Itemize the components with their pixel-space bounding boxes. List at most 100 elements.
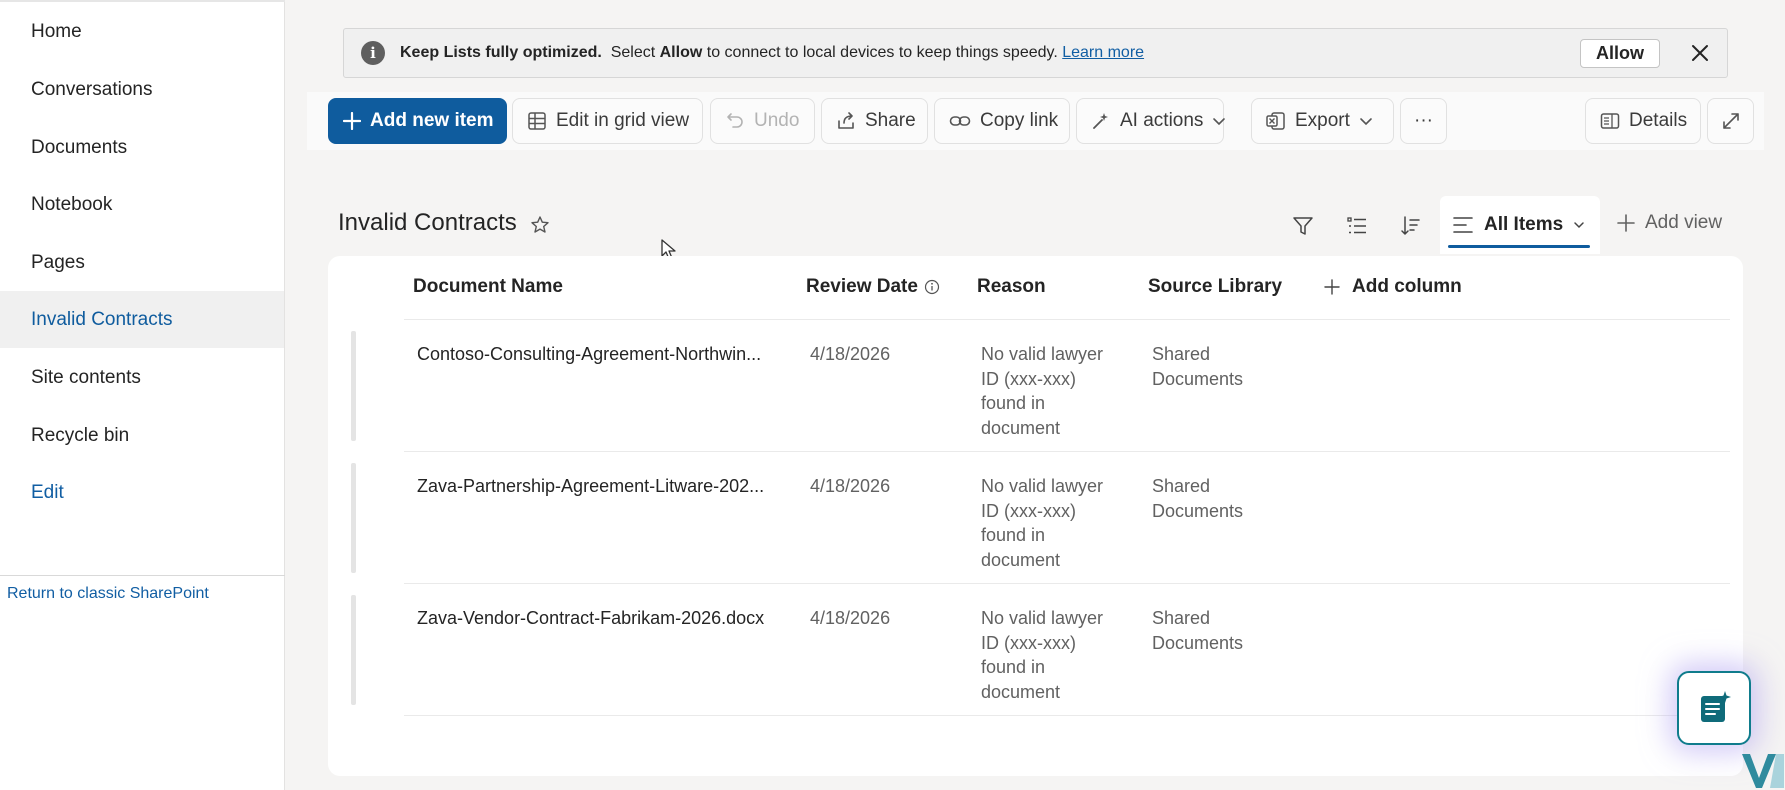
chevron-down-icon xyxy=(1574,222,1584,229)
row-selection-bar[interactable] xyxy=(351,331,356,441)
sidebar-item-label: Recycle bin xyxy=(31,424,130,446)
sidebar-item-notebook[interactable]: Notebook xyxy=(0,176,284,233)
column-header-label: Source Library xyxy=(1148,276,1283,297)
edit-grid-view-button[interactable]: Edit in grid view xyxy=(512,98,703,144)
optimization-banner: i Keep Lists fully optimized. Select All… xyxy=(343,28,1728,78)
row-selection-bar[interactable] xyxy=(351,595,356,705)
add-new-item-button[interactable]: Add new item xyxy=(328,98,507,144)
document-name-cell[interactable]: Zava-Vendor-Contract-Fabrikam-2026.docx xyxy=(417,606,764,631)
undo-label: Undo xyxy=(754,110,800,131)
source-library-cell: Shared Documents xyxy=(1152,606,1243,655)
copy-link-button[interactable]: Copy link xyxy=(934,98,1070,144)
learn-more-link[interactable]: Learn more xyxy=(1062,44,1144,61)
info-icon[interactable] xyxy=(924,279,940,295)
more-options-button[interactable]: ··· xyxy=(1400,98,1447,144)
view-lines-icon xyxy=(1453,217,1473,233)
reason-cell: No valid lawyer ID (xxx-xxx) found in do… xyxy=(981,342,1103,440)
reason-line: ID (xxx-xxx) xyxy=(981,368,1076,389)
sidebar-item-label: Invalid Contracts xyxy=(31,308,173,330)
add-column-button[interactable]: Add column xyxy=(1324,276,1462,298)
sidebar-item-pages[interactable]: Pages xyxy=(0,234,284,291)
star-favorite-icon[interactable] xyxy=(530,215,550,240)
reason-line: document xyxy=(981,417,1061,438)
reason-line: ID (xxx-xxx) xyxy=(981,500,1076,521)
share-label: Share xyxy=(865,110,916,131)
sidebar-item-invalid-contracts[interactable]: Invalid Contracts xyxy=(0,291,284,348)
expand-icon xyxy=(1722,113,1739,129)
sidebar-item-label: Documents xyxy=(31,136,128,158)
column-header-reason[interactable]: Reason xyxy=(977,276,1046,298)
list-view: Document Name Review Date Reason Source … xyxy=(328,256,1743,776)
copy-link-label: Copy link xyxy=(980,110,1059,131)
table-row[interactable]: Zava-Vendor-Contract-Fabrikam-2026.docx … xyxy=(328,584,1743,716)
table-row[interactable]: Zava-Partnership-Agreement-Litware-202..… xyxy=(328,452,1743,584)
document-name-cell[interactable]: Contoso-Consulting-Agreement-Northwin... xyxy=(417,342,761,367)
sidebar-item-documents[interactable]: Documents xyxy=(0,119,284,176)
details-button[interactable]: Details xyxy=(1585,98,1701,144)
reason-cell: No valid lawyer ID (xxx-xxx) found in do… xyxy=(981,474,1103,572)
group-by-icon[interactable] xyxy=(1342,211,1372,241)
add-view-label: Add view xyxy=(1645,212,1723,233)
plus-icon xyxy=(1324,279,1340,295)
review-date-cell: 4/18/2026 xyxy=(810,608,891,628)
allow-button[interactable]: Allow xyxy=(1580,39,1660,68)
banner-message: Keep Lists fully optimized. Select Allow… xyxy=(400,44,1144,62)
reason-line: document xyxy=(981,681,1061,702)
chevron-down-icon xyxy=(1360,118,1372,126)
info-icon: i xyxy=(361,41,385,65)
left-navigation: Home Conversations Documents Notebook Pa… xyxy=(0,0,285,790)
column-header-source-library[interactable]: Source Library xyxy=(1148,276,1282,298)
review-date-cell: 4/18/2026 xyxy=(810,344,891,364)
column-header-label: Review Date xyxy=(806,276,918,297)
sidebar-item-site-contents[interactable]: Site contents xyxy=(0,349,284,406)
page-title: Invalid Contracts xyxy=(338,209,517,236)
sidebar-divider xyxy=(0,575,285,576)
banner-text-after: to connect to local devices to keep thin… xyxy=(706,44,1058,61)
view-selector-all-items[interactable]: All Items xyxy=(1440,196,1600,254)
details-pane-icon xyxy=(1600,113,1620,129)
share-button[interactable]: Share xyxy=(821,98,928,144)
active-view-underline xyxy=(1448,245,1590,248)
row-selection-bar[interactable] xyxy=(351,463,356,573)
column-header-review-date[interactable]: Review Date xyxy=(806,276,940,298)
brand-v-logo-icon xyxy=(1742,754,1784,788)
column-header-document-name[interactable]: Document Name xyxy=(413,276,563,298)
sidebar-item-label: Notebook xyxy=(31,193,113,215)
reason-line: found in xyxy=(981,525,1046,545)
undo-button[interactable]: Undo xyxy=(710,98,815,144)
ai-actions-button[interactable]: AI actions xyxy=(1076,98,1226,144)
top-divider xyxy=(0,0,285,2)
sidebar-item-home[interactable]: Home xyxy=(0,3,284,60)
close-icon[interactable] xyxy=(1684,37,1716,69)
sparkle-wand-icon xyxy=(1093,113,1108,129)
reason-line: found in xyxy=(981,657,1046,677)
sidebar-item-label: Pages xyxy=(31,251,85,273)
share-icon xyxy=(838,112,854,129)
more-icon: ··· xyxy=(1414,110,1433,131)
reason-line: document xyxy=(981,549,1061,570)
sidebar-item-edit[interactable]: Edit xyxy=(0,464,284,521)
add-new-item-label: Add new item xyxy=(370,110,494,131)
source-library-cell: Shared Documents xyxy=(1152,342,1243,391)
chevron-down-icon xyxy=(1213,118,1226,126)
filter-icon[interactable] xyxy=(1288,211,1318,241)
ai-assistant-button[interactable] xyxy=(1677,671,1751,745)
plus-icon xyxy=(1617,214,1635,232)
sort-icon[interactable] xyxy=(1395,211,1425,241)
reason-line: ID (xxx-xxx) xyxy=(981,632,1076,653)
ai-actions-label: AI actions xyxy=(1120,110,1204,131)
source-library-line: Shared xyxy=(1152,608,1211,628)
export-button[interactable]: Export xyxy=(1251,98,1394,144)
undo-icon xyxy=(727,113,743,128)
sidebar-item-recycle-bin[interactable]: Recycle bin xyxy=(0,407,284,464)
review-date-cell: 4/18/2026 xyxy=(810,476,891,496)
document-name-cell[interactable]: Zava-Partnership-Agreement-Litware-202..… xyxy=(417,474,764,499)
expand-button[interactable] xyxy=(1707,98,1754,144)
sidebar-item-conversations[interactable]: Conversations xyxy=(0,61,284,118)
details-label: Details xyxy=(1629,110,1688,131)
add-view-button[interactable]: Add view xyxy=(1617,212,1722,234)
export-label: Export xyxy=(1295,110,1350,131)
excel-icon xyxy=(1266,112,1285,130)
return-to-classic-link[interactable]: Return to classic SharePoint xyxy=(7,585,209,603)
table-row[interactable]: Contoso-Consulting-Agreement-Northwin...… xyxy=(328,320,1743,452)
